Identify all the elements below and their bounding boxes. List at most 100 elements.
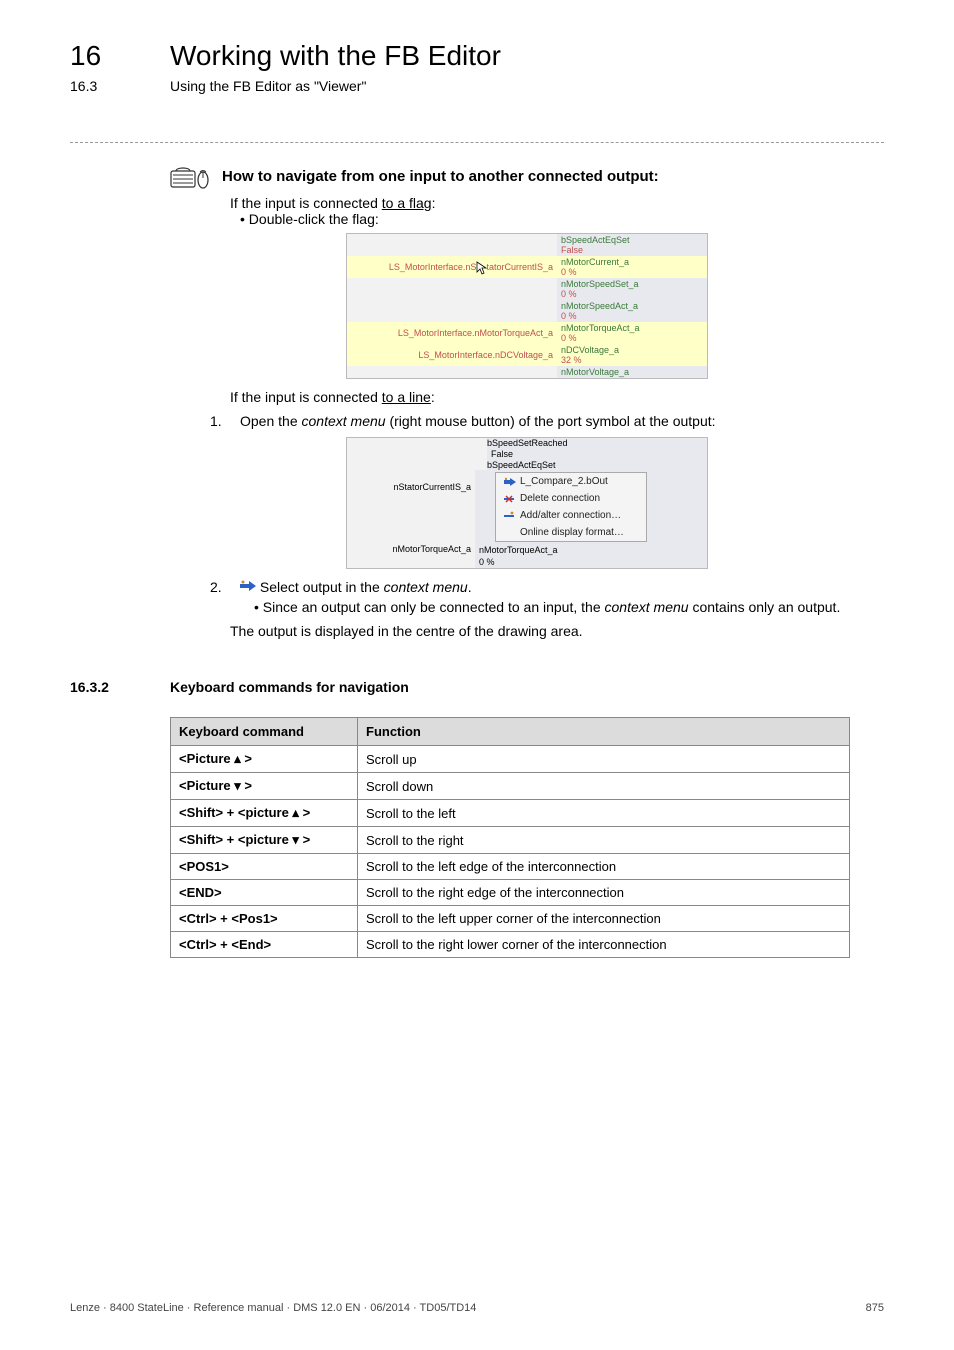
case2-intro: If the input is connected <box>230 389 382 405</box>
howto-heading: How to navigate from one input to anothe… <box>170 163 884 189</box>
menu-item-format[interactable]: Online display format… <box>496 524 646 541</box>
case1-underline: to a flag <box>382 195 432 211</box>
cell-function: Scroll up <box>358 746 850 773</box>
fig1-right-cell: bSpeedActEqSetFalse <box>557 234 707 256</box>
table-row: <Picture ▾ >Scroll down <box>171 773 850 800</box>
howto-icon <box>170 163 212 189</box>
table-row: <POS1>Scroll to the left edge of the int… <box>171 854 850 880</box>
step1-pre: Open the <box>240 413 302 429</box>
chapter-number: 16 <box>70 40 170 72</box>
menu-label-format: Online display format… <box>520 527 624 538</box>
section-title: Using the FB Editor as "Viewer" <box>170 78 884 94</box>
cell-command: <Picture ▴ > <box>171 746 358 773</box>
fig1-right-cell: nMotorSpeedAct_a0 % <box>557 300 707 322</box>
page-number: 875 <box>866 1302 884 1314</box>
table-row: <END>Scroll to the right edge of the int… <box>171 880 850 906</box>
cell-command: <Ctrl> + <End> <box>171 932 358 958</box>
fig1-left-label <box>347 278 557 300</box>
chapter-title: Working with the FB Editor <box>170 40 884 72</box>
fig1-right-cell: nMotorCurrent_a0 % <box>557 256 707 278</box>
cell-function: Scroll to the left edge of the interconn… <box>358 854 850 880</box>
cell-command: <Shift> + <picture ▾ > <box>171 827 358 854</box>
fig1-left-label <box>347 234 557 256</box>
menu-label-add: Add/alter connection… <box>520 510 621 521</box>
fig2-label-1: bSpeedSetReached <box>487 438 707 448</box>
step2-pre: Select output in the <box>260 579 384 595</box>
footer-text: Lenze · 8400 StateLine · Reference manua… <box>70 1302 476 1314</box>
menu-label-delete: Delete connection <box>520 493 600 504</box>
subsection-title: Keyboard commands for navigation <box>170 679 884 695</box>
context-menu[interactable]: L_Compare_2.bOut Delete connection <box>495 472 647 542</box>
fig1-right-cell: nMotorVoltage_a <box>557 366 707 378</box>
step2-bullet-pre: Since an output can only be connected to… <box>263 599 605 615</box>
th-function: Function <box>358 718 850 746</box>
cell-function: Scroll to the right <box>358 827 850 854</box>
case1-line: If the input is connected to a flag: <box>230 195 884 211</box>
cell-function: Scroll down <box>358 773 850 800</box>
goto-arrow-icon <box>240 580 256 592</box>
figure-1: bSpeedActEqSetFalseLS_MotorInterface.nSt… <box>170 233 884 379</box>
fig2-label-3: bSpeedActEqSet <box>487 460 707 470</box>
table-row: <Shift> + <picture ▾ >Scroll to the righ… <box>171 827 850 854</box>
cell-function: Scroll to the left upper corner of the i… <box>358 906 850 932</box>
cell-command: <Shift> + <picture ▴ > <box>171 800 358 827</box>
menu-label-goto: L_Compare_2.bOut <box>520 476 608 487</box>
section-number: 16.3 <box>70 78 170 94</box>
case1-tail: : <box>432 195 436 211</box>
menu-item-add[interactable]: Add/alter connection… <box>496 507 646 524</box>
fig1-left-label <box>347 300 557 322</box>
add-icon <box>504 511 514 521</box>
numbered-list: Open the context menu (right mouse butto… <box>210 413 884 429</box>
footer: Lenze · 8400 StateLine · Reference manua… <box>70 1302 884 1314</box>
fig1-left-label: LS_MotorInterface.nMotorTorqueAct_a <box>347 322 557 344</box>
case1-bullet: Double-click the flag: <box>240 211 884 227</box>
fig1-left-label: LS_MotorInterface.nStatorCurrentIS_a <box>347 256 557 278</box>
step-1: Open the context menu (right mouse butto… <box>210 413 884 429</box>
divider <box>70 142 884 143</box>
figure-2: bSpeedSetReached False bSpeedActEqSet nS… <box>170 437 884 569</box>
table-row: <Ctrl> + <End>Scroll to the right lower … <box>171 932 850 958</box>
fig1-right-cell: nDCVoltage_a32 % <box>557 344 707 366</box>
case2-tail: : <box>431 389 435 405</box>
cell-command: <END> <box>171 880 358 906</box>
table-row: <Shift> + <picture ▴ >Scroll to the left <box>171 800 850 827</box>
fig2-bottom-val: 0 % <box>479 557 495 567</box>
table-row: <Ctrl> + <Pos1>Scroll to the left upper … <box>171 906 850 932</box>
fig1-left-label <box>347 366 557 378</box>
fig2-port-1: nStatorCurrentIS_a <box>351 482 471 492</box>
step2-em: context menu <box>384 579 468 595</box>
goto-icon <box>504 477 514 487</box>
step2-post: . <box>468 579 472 595</box>
step1-post: (right mouse button) of the port symbol … <box>386 413 716 429</box>
format-icon <box>504 528 514 538</box>
fig1-right-cell: nMotorSpeedSet_a0 % <box>557 278 707 300</box>
case2-underline: to a line <box>382 389 431 405</box>
numbered-list-2: Select output in the context menu. • Sin… <box>210 579 884 615</box>
table-row: <Picture ▴ >Scroll up <box>171 746 850 773</box>
case1-intro: If the input is connected <box>230 195 382 211</box>
fig1-left-label: LS_MotorInterface.nDCVoltage_a <box>347 344 557 366</box>
result-text: The output is displayed in the centre of… <box>230 623 884 639</box>
cell-command: <Ctrl> + <Pos1> <box>171 906 358 932</box>
cell-command: <Picture ▾ > <box>171 773 358 800</box>
case2-line: If the input is connected to a line: <box>230 389 884 405</box>
step-2: Select output in the context menu. • Sin… <box>210 579 884 615</box>
cell-function: Scroll to the right edge of the intercon… <box>358 880 850 906</box>
menu-item-goto[interactable]: L_Compare_2.bOut <box>496 473 646 490</box>
fig2-label-2: False <box>487 448 707 460</box>
keyboard-table: Keyboard command Function <Picture ▴ >Sc… <box>170 717 850 958</box>
step2-bullet-em: context menu <box>605 599 689 615</box>
delete-icon <box>504 494 514 504</box>
fig2-bottom-label: nMotorTorqueAct_a <box>479 545 558 555</box>
step2-bullet-post: contains only an output. <box>689 599 841 615</box>
howto-text: How to navigate from one input to anothe… <box>222 168 659 185</box>
subsection-number: 16.3.2 <box>70 679 170 695</box>
fig1-right-cell: nMotorTorqueAct_a0 % <box>557 322 707 344</box>
cell-function: Scroll to the left <box>358 800 850 827</box>
th-command: Keyboard command <box>171 718 358 746</box>
step1-em: context menu <box>302 413 386 429</box>
cell-function: Scroll to the right lower corner of the … <box>358 932 850 958</box>
menu-item-delete[interactable]: Delete connection <box>496 490 646 507</box>
cell-command: <POS1> <box>171 854 358 880</box>
fig2-port-2: nMotorTorqueAct_a <box>351 544 471 554</box>
